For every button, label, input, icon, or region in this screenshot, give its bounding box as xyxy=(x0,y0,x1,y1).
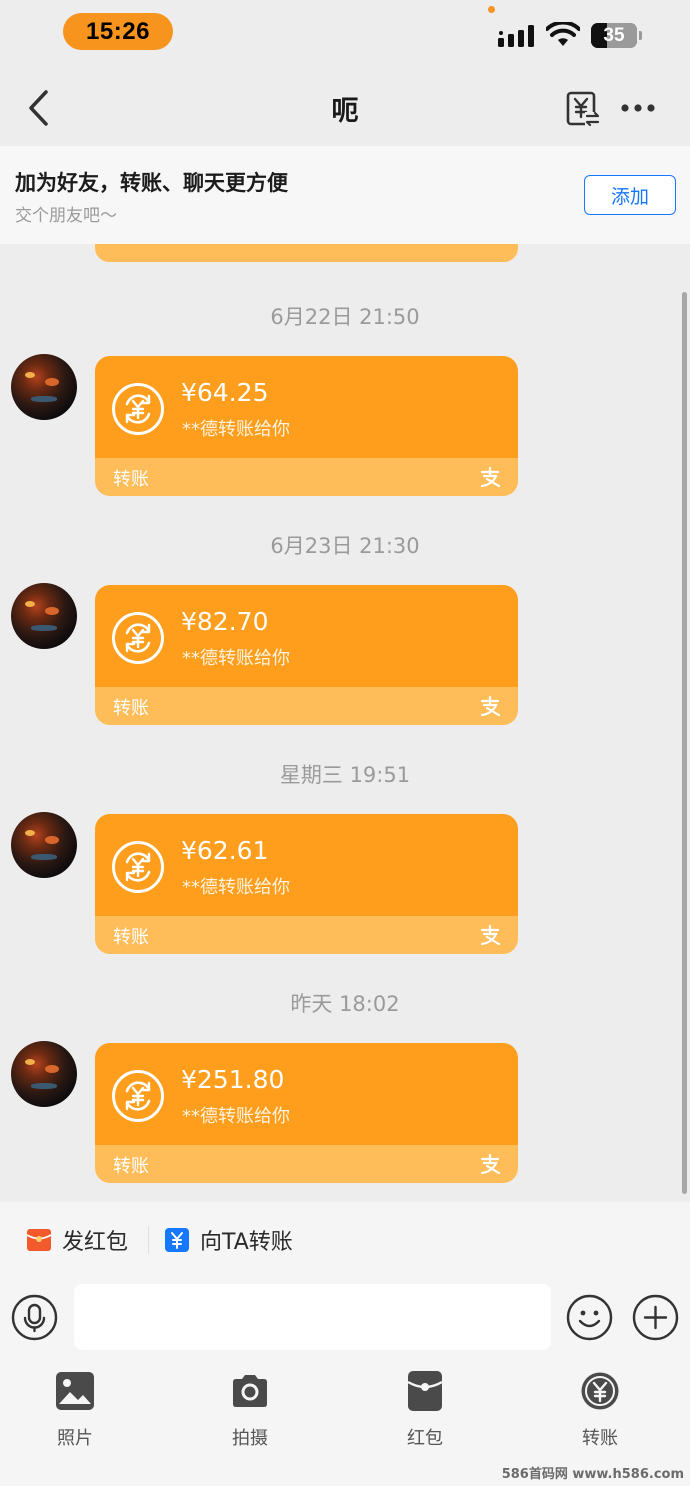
tool-label: 照片 xyxy=(57,1428,93,1449)
battery-indicator: 35 xyxy=(591,23,643,48)
alipay-icon xyxy=(480,1153,501,1175)
message-group: 6月22日 21:50 ¥64.25 **德转账给你 转账 xyxy=(0,300,690,500)
avatar[interactable] xyxy=(11,583,77,649)
message-input[interactable] xyxy=(74,1284,551,1350)
watermark-text: 586首码网 www.h586.com xyxy=(501,1467,684,1482)
transfer-note: **德转账给你 xyxy=(182,877,290,898)
quick-action-label: 发红包 xyxy=(62,1230,129,1255)
quick-bar-divider xyxy=(148,1226,149,1254)
wifi-icon xyxy=(546,22,580,46)
tool-label: 转账 xyxy=(582,1428,618,1449)
transfer-record-icon[interactable] xyxy=(565,90,601,128)
quick-action-label: 向TA转账 xyxy=(200,1230,293,1255)
transfer-coin-icon xyxy=(112,383,164,435)
transfer-amount: ¥64.25 xyxy=(181,378,269,407)
transfer-card-label: 转账 xyxy=(113,469,149,490)
transfer-coin-icon xyxy=(112,841,164,893)
cellular-signal-icon xyxy=(498,25,534,47)
message-timestamp: 星期三 19:51 xyxy=(279,763,411,787)
message-input-row xyxy=(0,1282,690,1352)
banner-subtitle: 交个朋友吧～ xyxy=(15,206,117,226)
transfer-icon xyxy=(165,1228,189,1252)
message-group: 昨天 18:02 ¥251.80 **德转账给你 转账 xyxy=(0,987,690,1187)
message-timestamp: 6月22日 21:50 xyxy=(270,305,420,329)
chat-message-list[interactable]: 转账 6月22日 21:50 ¥64.25 **德转账给你 转账 xyxy=(0,244,690,1202)
more-options-icon[interactable] xyxy=(620,96,656,120)
transfer-coin-icon xyxy=(112,612,164,664)
transfer-card[interactable]: ¥62.61 **德转账给你 转账 xyxy=(95,814,518,954)
transfer-card[interactable]: ¥251.80 **德转账给你 转账 xyxy=(95,1043,518,1183)
avatar[interactable] xyxy=(11,1041,77,1107)
red-packet-icon xyxy=(26,1229,52,1251)
avatar[interactable] xyxy=(11,354,77,420)
alipay-icon xyxy=(480,695,501,717)
add-friend-button[interactable]: 添加 xyxy=(584,175,676,215)
red-packet-icon xyxy=(407,1371,443,1411)
status-bar: 15:26 35 xyxy=(0,0,690,64)
quick-send-red-packet[interactable]: 发红包 xyxy=(26,1220,128,1260)
privacy-indicator-dot xyxy=(488,6,495,13)
banner-title: 加为好友，转账、聊天更方便 xyxy=(15,171,288,195)
alipay-icon xyxy=(480,924,501,946)
add-friend-banner: 加为好友，转账、聊天更方便 交个朋友吧～ 添加 xyxy=(0,146,690,244)
transfer-card-label: 转账 xyxy=(113,1156,149,1177)
transfer-card[interactable]: ¥82.70 **德转账给你 转账 xyxy=(95,585,518,725)
avatar[interactable] xyxy=(11,812,77,878)
transfer-note: **德转账给你 xyxy=(182,1106,290,1127)
quick-action-bar: 发红包 向TA转账 xyxy=(0,1202,690,1278)
nav-bar: 呃 xyxy=(0,70,690,146)
back-arrow-icon[interactable] xyxy=(22,88,58,128)
chat-scrollbar[interactable] xyxy=(682,292,687,1194)
message-group: 星期三 19:51 ¥62.61 **德转账给你 转账 xyxy=(0,758,690,958)
message-timestamp: 昨天 18:02 xyxy=(290,992,400,1016)
message-timestamp: 6月23日 21:30 xyxy=(270,534,420,558)
tool-camera[interactable]: 拍摄 xyxy=(190,1364,310,1464)
tool-grid: 照片 拍摄 红包 转账 xyxy=(0,1364,690,1464)
transfer-card[interactable]: ¥64.25 **德转账给你 转账 xyxy=(95,356,518,496)
transfer-coin-icon xyxy=(112,1070,164,1122)
transfer-note: **德转账给你 xyxy=(182,648,290,669)
photo-icon xyxy=(56,1372,94,1410)
tool-photo[interactable]: 照片 xyxy=(15,1364,135,1464)
bottom-panel: 发红包 向TA转账 照片 拍摄 红包 转账 586首码网 www.h586.co… xyxy=(0,1202,690,1486)
tool-red-packet[interactable]: 红包 xyxy=(365,1364,485,1464)
transfer-card-label: 转账 xyxy=(113,244,149,246)
transfer-card-label: 转账 xyxy=(113,927,149,948)
battery-tip xyxy=(639,31,642,40)
emoji-icon[interactable] xyxy=(566,1294,613,1341)
tool-transfer[interactable]: 转账 xyxy=(540,1364,660,1464)
transfer-card-label: 转账 xyxy=(113,698,149,719)
transfer-amount: ¥62.61 xyxy=(181,836,269,865)
transfer-amount: ¥251.80 xyxy=(181,1065,285,1094)
status-time: 15:26 xyxy=(63,13,173,50)
transfer-card-partial[interactable]: 转账 xyxy=(95,244,518,262)
tool-label: 红包 xyxy=(407,1428,443,1449)
plus-icon[interactable] xyxy=(632,1294,679,1341)
camera-icon xyxy=(233,1375,267,1407)
transfer-amount: ¥82.70 xyxy=(181,607,269,636)
transfer-note: **德转账给你 xyxy=(182,419,290,440)
tool-label: 拍摄 xyxy=(232,1428,268,1449)
battery-level: 35 xyxy=(603,24,625,46)
microphone-icon[interactable] xyxy=(11,1294,58,1341)
alipay-icon xyxy=(480,466,501,488)
message-group: 6月23日 21:30 ¥82.70 **德转账给你 转账 xyxy=(0,529,690,729)
quick-transfer-to-ta[interactable]: 向TA转账 xyxy=(164,1220,293,1260)
transfer-icon xyxy=(581,1372,619,1410)
